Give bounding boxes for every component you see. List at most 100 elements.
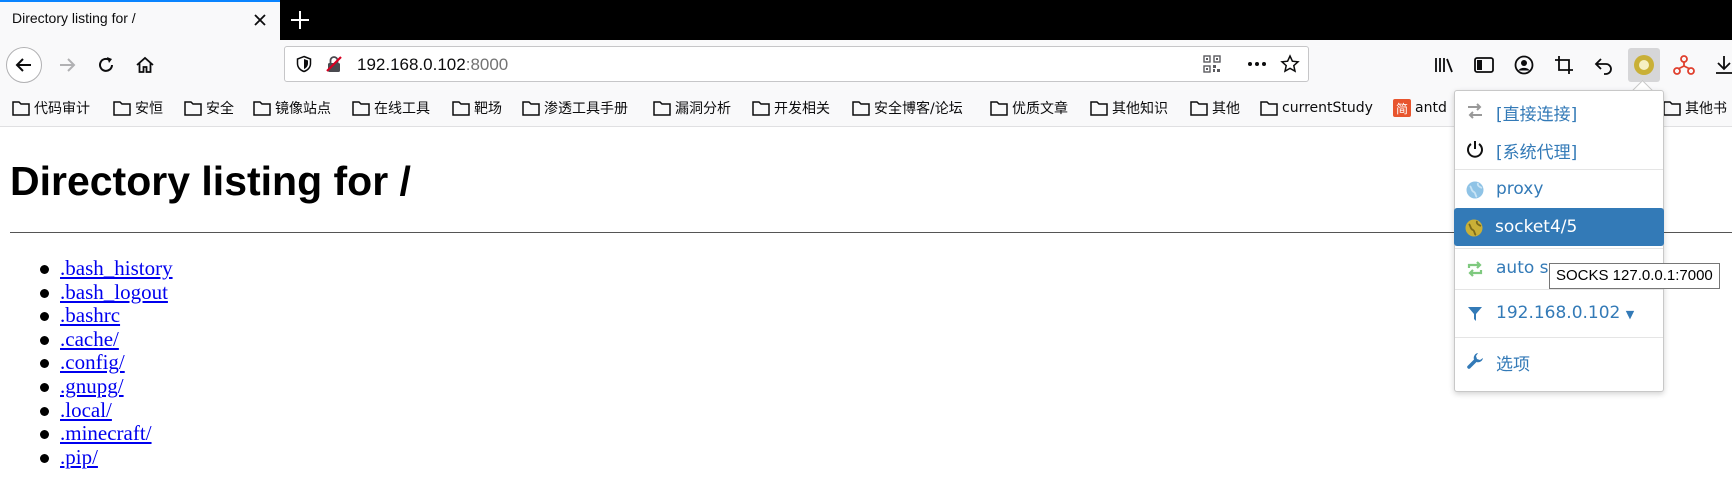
file-link[interactable]: .pip/ <box>60 445 98 470</box>
download-icon[interactable] <box>1710 50 1732 80</box>
file-link[interactable]: .minecraft/ <box>60 421 152 446</box>
globe-icon <box>1465 219 1483 237</box>
folder-icon <box>653 101 671 116</box>
menu-divider <box>1455 337 1663 338</box>
url-port: :8000 <box>465 55 509 74</box>
bookmark-folder[interactable]: 镜像站点 <box>253 98 331 118</box>
page-title: Directory listing for / <box>10 158 411 204</box>
bookmark-folder[interactable]: 其他书 <box>1663 98 1727 118</box>
bookmark-label: 优质文章 <box>1012 101 1068 117</box>
folder-icon <box>113 101 131 116</box>
bookmark-folder[interactable]: 靶场 <box>452 98 502 118</box>
home-button[interactable] <box>130 50 160 80</box>
menu-item-options[interactable]: 选项 <box>1455 341 1663 379</box>
network-icon[interactable] <box>1670 50 1698 80</box>
menu-item-system[interactable]: [系统代理] <box>1455 129 1663 167</box>
bullet <box>40 265 49 274</box>
bookmark-folder[interactable]: 在线工具 <box>352 98 430 118</box>
file-link[interactable]: .cache/ <box>60 327 119 352</box>
folder-icon <box>990 101 1008 116</box>
bookmark-folder[interactable]: 安全 <box>184 98 234 118</box>
folder-icon <box>1090 101 1108 116</box>
active-tab[interactable]: Directory listing for / <box>0 0 280 40</box>
menu-item-label: [直接连接] <box>1496 105 1578 125</box>
new-tab-icon[interactable] <box>288 8 312 32</box>
page-actions-icon[interactable] <box>1246 55 1268 73</box>
bookmark-label: 镜像站点 <box>275 101 331 117</box>
menu-item-label: 192.168.0.102 ▼ <box>1496 303 1634 323</box>
bookmark-folder[interactable]: currentStudy <box>1260 98 1373 118</box>
folder-icon <box>253 101 271 116</box>
bookmark-label: 开发相关 <box>774 101 830 117</box>
undo-icon[interactable] <box>1590 50 1618 80</box>
forward-button[interactable] <box>52 50 82 80</box>
menu-divider <box>1455 289 1663 290</box>
bookmark-label: 渗透工具手册 <box>544 101 628 117</box>
folder-icon <box>12 101 30 116</box>
bookmark-folder[interactable]: 优质文章 <box>990 98 1068 118</box>
proxy-menu: [直接连接] [系统代理] proxy socket4/5 auto sw 19… <box>1454 90 1664 392</box>
screenshot-crop-icon[interactable] <box>1550 50 1578 80</box>
file-link[interactable]: .gnupg/ <box>60 374 124 399</box>
bookmark-folder[interactable]: 渗透工具手册 <box>522 98 628 118</box>
menu-item-label: socket4/5 <box>1495 217 1578 237</box>
menu-item-direct[interactable]: [直接连接] <box>1455 91 1663 129</box>
bookmark-label: 安恒 <box>135 101 163 117</box>
wrench-icon <box>1467 353 1483 369</box>
filter-icon <box>1468 307 1482 321</box>
globe-icon <box>1466 181 1484 199</box>
folder-icon <box>452 101 470 116</box>
folder-icon <box>522 101 540 116</box>
proxy-switcher-icon <box>1634 55 1654 75</box>
proxy-switcher-button[interactable] <box>1628 48 1660 82</box>
host-label: 192.168.0.102 <box>1496 303 1621 323</box>
bookmark-label: 其他书 <box>1685 101 1727 117</box>
bookmark-folder[interactable]: 漏洞分析 <box>653 98 731 118</box>
menu-item-proxy[interactable]: proxy <box>1455 170 1663 208</box>
home-icon <box>136 56 154 73</box>
menu-item-rule-host[interactable]: 192.168.0.102 ▼ <box>1455 294 1663 332</box>
bookmark-favicon: 简 <box>1393 99 1411 117</box>
library-icon[interactable] <box>1430 50 1458 80</box>
url-text[interactable]: 192.168.0.102:8000 <box>357 55 508 75</box>
file-link[interactable]: .config/ <box>60 350 125 375</box>
bookmark-folder[interactable]: 其他知识 <box>1090 98 1168 118</box>
bookmark-label: 安全 <box>206 101 234 117</box>
bookmark-folder[interactable]: 安恒 <box>113 98 163 118</box>
bookmark-label: 代码审计 <box>34 101 90 117</box>
qr-code-icon[interactable] <box>1203 55 1221 73</box>
bullet <box>40 430 49 440</box>
bullet <box>40 312 49 322</box>
folder-icon <box>352 101 370 116</box>
svg-text:简: 简 <box>1396 102 1408 116</box>
file-link[interactable]: .bash_history <box>60 256 173 281</box>
insecure-lock-icon[interactable] <box>325 55 343 73</box>
bookmark-folder[interactable]: 其他 <box>1190 98 1240 118</box>
bookmark-label: currentStudy <box>1282 100 1373 116</box>
file-link[interactable]: .local/ <box>60 398 112 423</box>
bookmark-link[interactable]: 简 antd <box>1393 98 1447 118</box>
bookmark-label: 安全博客/论坛 <box>874 101 963 117</box>
bookmark-folder[interactable]: 安全博客/论坛 <box>852 98 963 118</box>
shield-icon[interactable] <box>295 55 313 73</box>
folder-icon <box>1260 101 1278 116</box>
folder-icon <box>1663 101 1681 116</box>
reload-icon <box>99 57 113 72</box>
bookmark-folder[interactable]: 开发相关 <box>752 98 830 118</box>
file-link[interactable]: .bash_logout <box>60 280 168 305</box>
close-icon[interactable] <box>252 12 268 28</box>
bookmark-label: 其他 <box>1212 101 1240 117</box>
file-link[interactable]: .bashrc <box>60 303 120 328</box>
reload-button[interactable] <box>91 50 121 80</box>
tab-title: Directory listing for / <box>12 10 136 26</box>
address-bar[interactable]: 192.168.0.102:8000 <box>284 46 1309 82</box>
menu-item-socket[interactable]: socket4/5 <box>1454 208 1664 246</box>
account-icon[interactable] <box>1510 50 1538 80</box>
bookmark-folder[interactable]: 代码审计 <box>12 98 90 118</box>
proxy-tooltip: SOCKS 127.0.0.1:7000 <box>1549 263 1720 289</box>
menu-item-label: 选项 <box>1496 355 1530 375</box>
bullet <box>40 383 49 392</box>
back-button[interactable] <box>6 47 42 83</box>
sidebar-icon[interactable] <box>1470 50 1498 80</box>
star-icon[interactable] <box>1280 54 1300 74</box>
